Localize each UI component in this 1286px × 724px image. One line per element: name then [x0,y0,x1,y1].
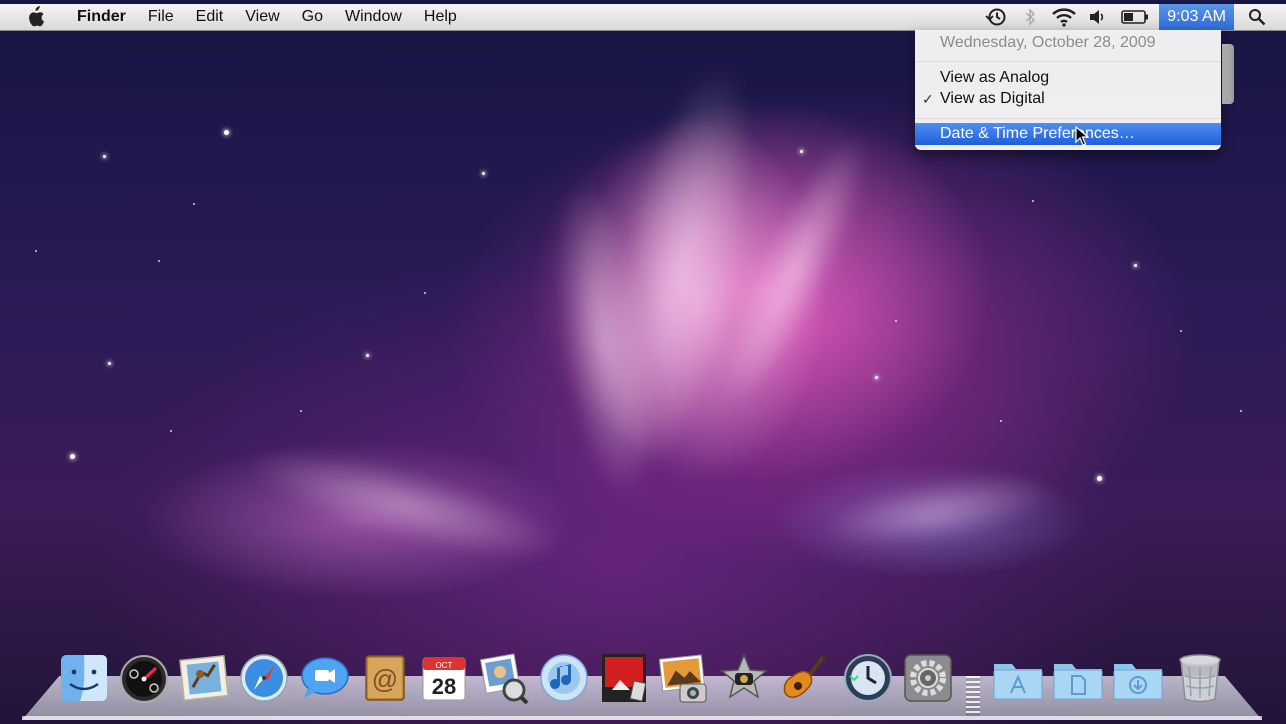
dock-time-machine-icon[interactable] [842,652,894,704]
menu-go[interactable]: Go [291,4,334,30]
spotlight-search-icon[interactable] [1240,4,1274,30]
menu-help[interactable]: Help [413,4,468,30]
dock-trash-icon[interactable] [1174,652,1226,704]
apple-menu-icon[interactable] [24,6,46,28]
menu-item-view-as-digital[interactable]: ✓ View as Digital [915,88,1221,110]
dock-safari-icon[interactable] [238,652,290,704]
menu-item-view-as-analog[interactable]: View as Analog [915,67,1221,89]
svg-text:@: @ [372,664,398,694]
dock-mail-icon[interactable] [178,652,230,704]
menubar-clock[interactable]: 9:03 AM [1159,4,1234,30]
dock-front-row-icon[interactable] [598,652,650,704]
dock-applications-folder-icon[interactable] [992,652,1044,704]
clock-menu: Wednesday, October 28, 2009 View as Anal… [915,30,1221,150]
bluetooth-icon[interactable] [1013,4,1047,30]
window-edge [1222,44,1234,104]
dock-downloads-folder-icon[interactable] [1112,652,1164,704]
mouse-cursor-icon [1075,126,1089,146]
dock-garageband-icon[interactable] [778,652,830,704]
menu-view[interactable]: View [234,4,290,30]
menu-item-date-time-preferences[interactable]: Date & Time Preferences… [915,123,1221,145]
calendar-day: 28 [432,674,456,699]
dock-preview-icon[interactable] [478,652,530,704]
clock-menu-date: Wednesday, October 28, 2009 [940,34,1156,51]
wifi-icon[interactable] [1047,4,1081,30]
status-area: 9:03 AM [979,4,1286,30]
dock-itunes-icon[interactable] [538,652,590,704]
dock-ichat-icon[interactable] [298,652,350,704]
time-machine-icon[interactable] [979,4,1013,30]
menu-separator [915,118,1221,119]
menu-window[interactable]: Window [334,4,413,30]
dock-divider [966,676,980,716]
dock-address-book-icon[interactable]: @ [358,652,410,704]
menu-separator [915,61,1221,62]
menu-item-label: Date & Time Preferences… [940,125,1135,142]
menu-finder[interactable]: Finder [66,4,137,30]
calendar-month: OCT [436,661,453,670]
dock-imovie-icon[interactable] [718,652,770,704]
dock-dashboard-icon[interactable] [118,652,170,704]
dock-finder-icon[interactable] [58,652,110,704]
battery-icon[interactable] [1115,4,1155,30]
dock-ical-icon[interactable]: OCT 28 [418,652,470,704]
dock-system-preferences-icon[interactable] [902,652,954,704]
menu-item-label: View as Digital [940,90,1045,107]
dock-documents-folder-icon[interactable] [1052,652,1104,704]
menu-file[interactable]: File [137,4,185,30]
menu-edit[interactable]: Edit [185,4,235,30]
menu-item-label: View as Analog [940,69,1050,86]
dock-iphoto-icon[interactable] [658,652,710,704]
volume-icon[interactable] [1081,4,1115,30]
menu-bar: Finder File Edit View Go Window Help 9:0… [0,4,1286,31]
checkmark-icon: ✓ [922,91,934,107]
